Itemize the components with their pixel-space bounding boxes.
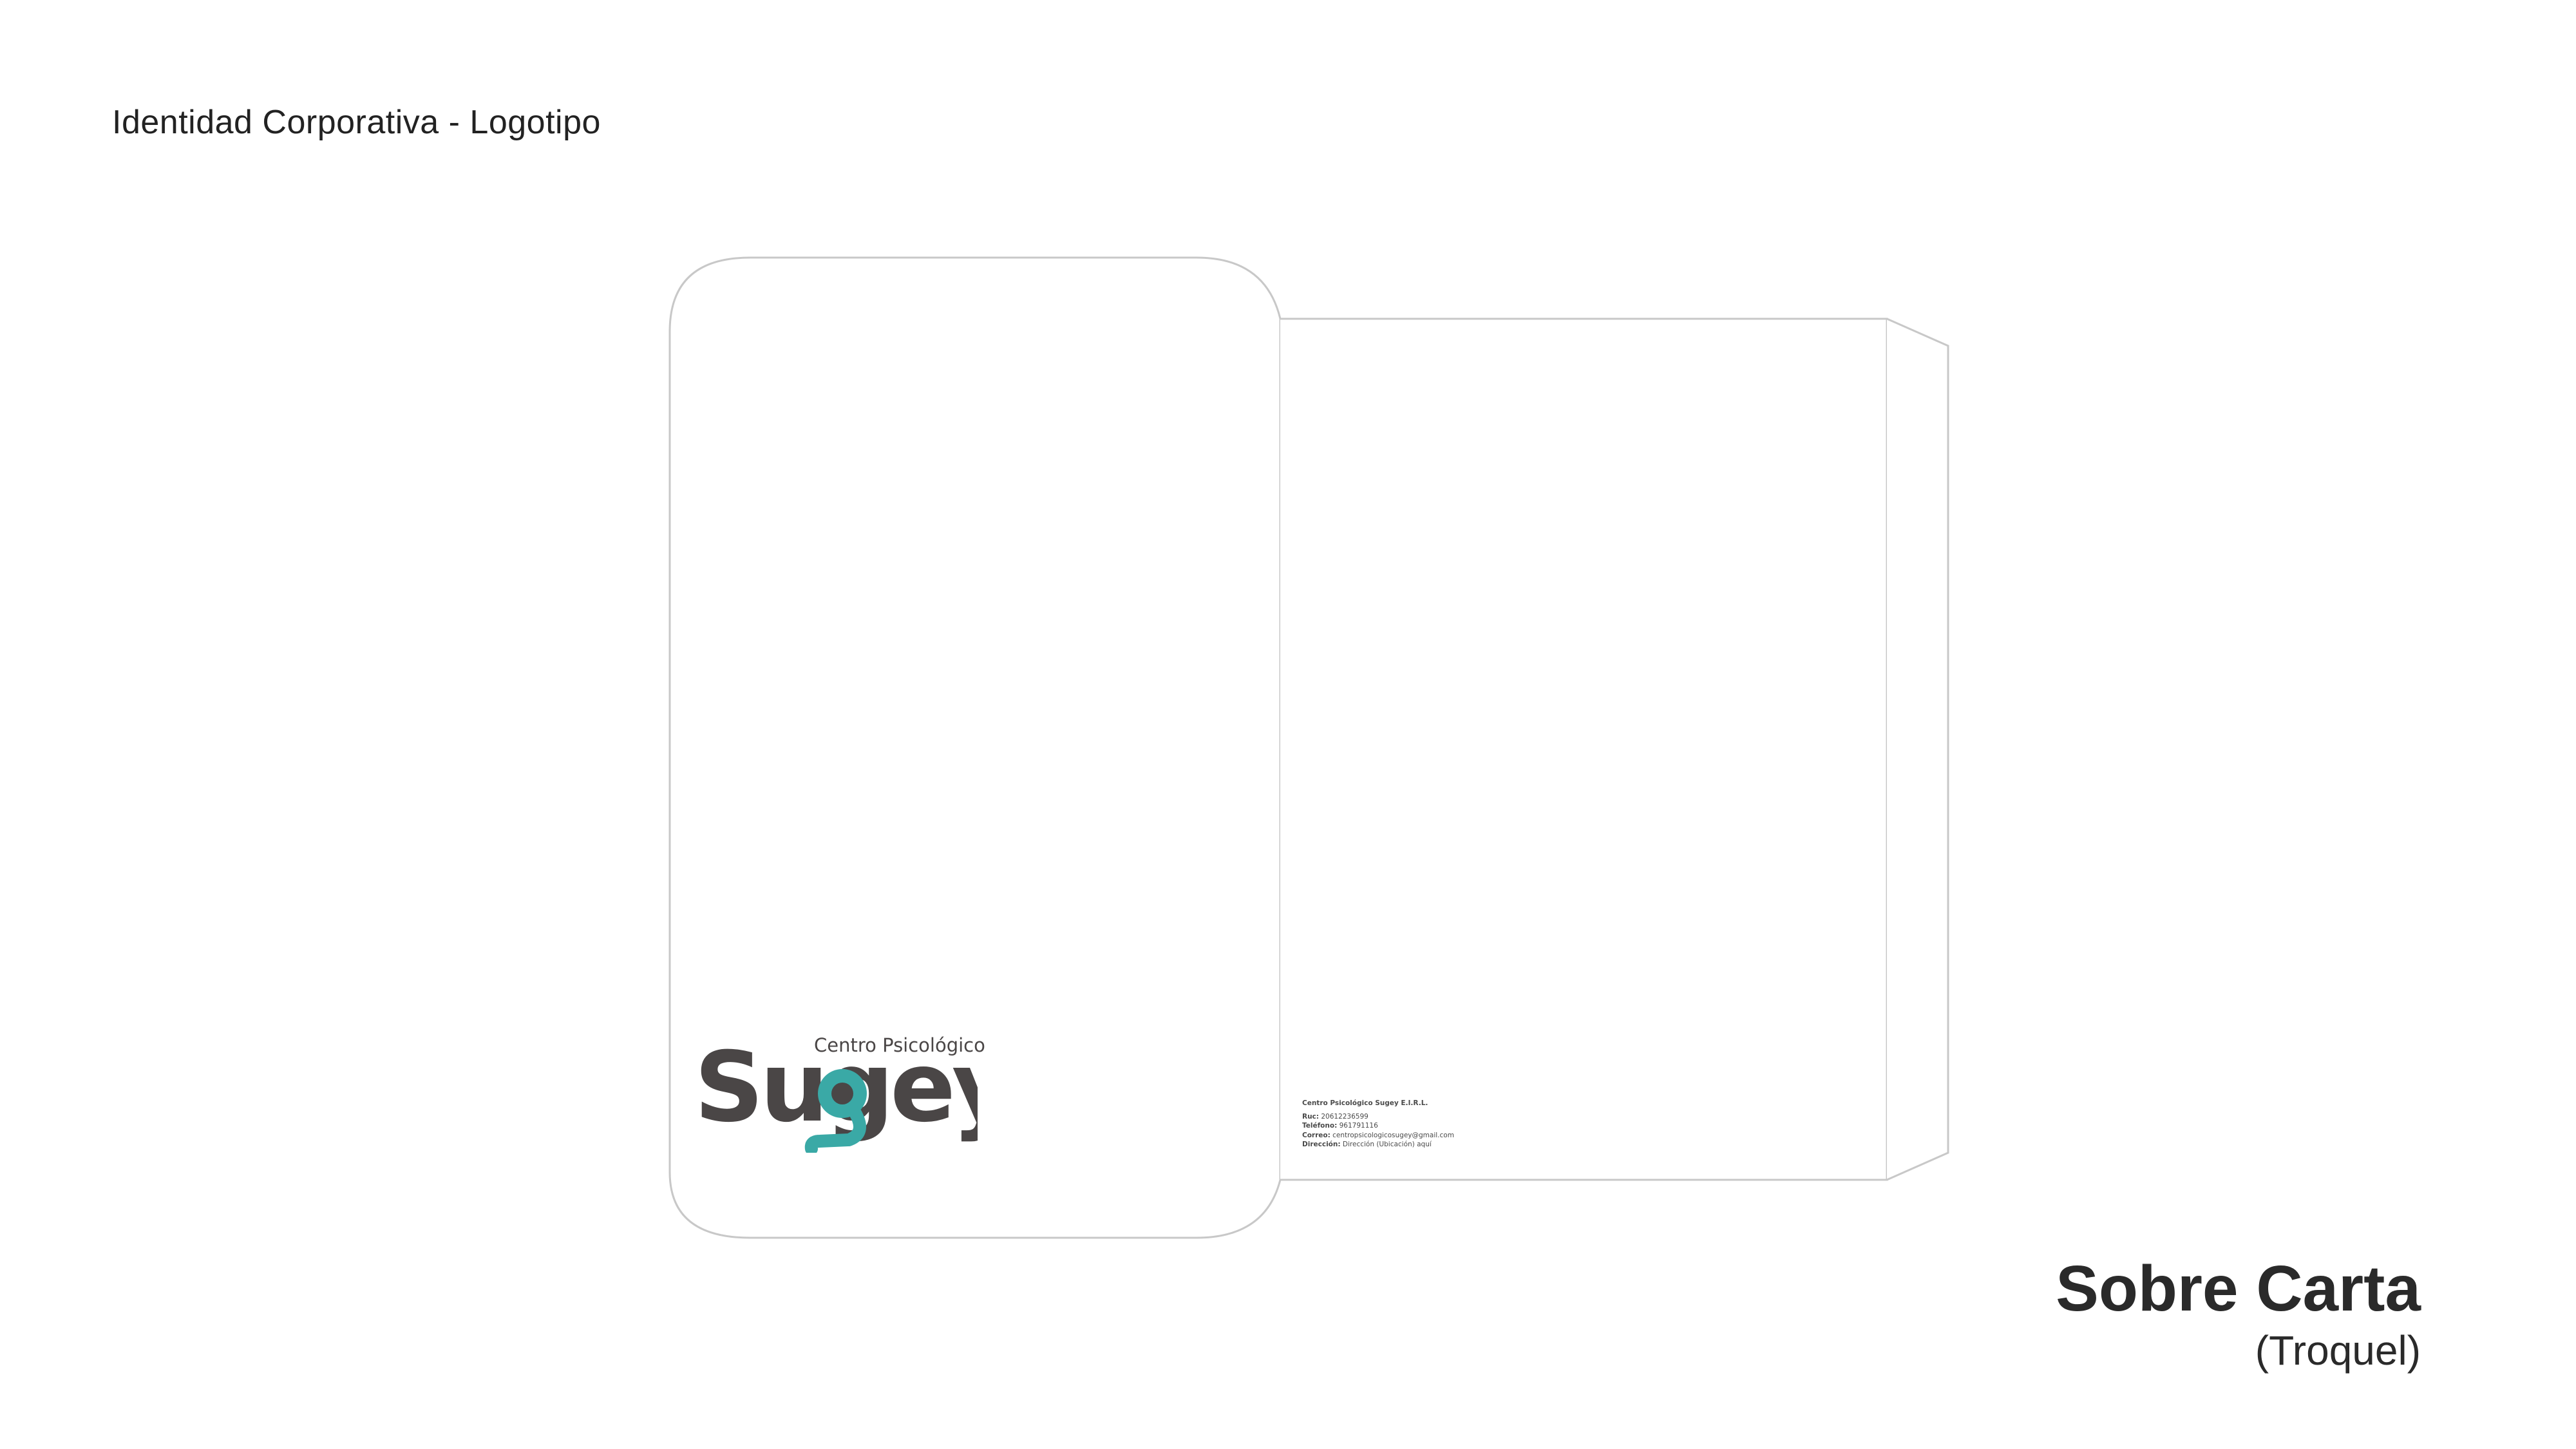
sender-ruc: Ruc: 20612236599 xyxy=(1302,1112,1368,1121)
product-subtitle: (Troquel) xyxy=(2255,1327,2421,1374)
envelope-dieline xyxy=(668,256,1949,1239)
sender-address: Dirección: Dirección (Ubicación) aquí xyxy=(1302,1141,1432,1148)
envelope-glue-flap xyxy=(1886,317,1949,1181)
envelope-back-panel xyxy=(1280,317,1888,1181)
sender-details: Centro Psicológico Sugey E.I.R.L. Ruc: 2… xyxy=(1302,1099,1454,1150)
sender-email: Correo: centropsicologicosugey@gmail.com xyxy=(1302,1131,1454,1139)
sender-company: Centro Psicológico Sugey E.I.R.L. xyxy=(1302,1099,1428,1107)
product-title: Sobre Carta xyxy=(2056,1253,2421,1325)
sugey-logo-icon: Sugey xyxy=(694,1032,978,1153)
sender-phone: Teléfono: 961791116 xyxy=(1302,1122,1378,1130)
